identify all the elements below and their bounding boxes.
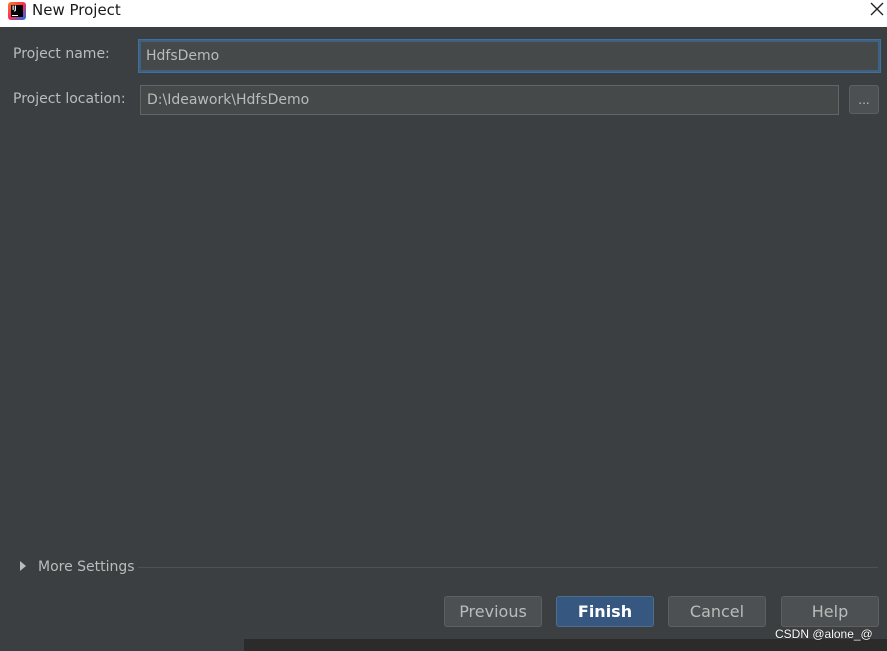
watermark: CSDN @alone_@	[775, 627, 873, 641]
intellij-idea-icon: IJ	[8, 2, 26, 20]
cancel-button[interactable]: Cancel	[668, 596, 766, 627]
project-name-label: Project name:	[13, 46, 110, 62]
close-button[interactable]	[867, 0, 887, 20]
project-location-input[interactable]	[140, 85, 839, 115]
previous-button[interactable]: Previous	[444, 596, 542, 627]
more-settings-label: More Settings	[38, 559, 135, 575]
project-name-input[interactable]	[139, 40, 880, 72]
more-settings-separator	[138, 567, 878, 568]
browse-location-button[interactable]: ...	[849, 85, 879, 114]
bottom-strip	[0, 639, 887, 651]
help-button[interactable]: Help	[781, 596, 879, 627]
title-bar: IJ New Project	[0, 0, 887, 27]
triangle-right-icon	[20, 561, 26, 571]
close-icon	[870, 2, 884, 16]
new-project-dialog: IJ New Project Project name: Project loc…	[0, 0, 887, 651]
project-location-label: Project location:	[13, 91, 126, 107]
finish-button[interactable]: Finish	[556, 596, 654, 627]
window-title: New Project	[32, 1, 121, 19]
